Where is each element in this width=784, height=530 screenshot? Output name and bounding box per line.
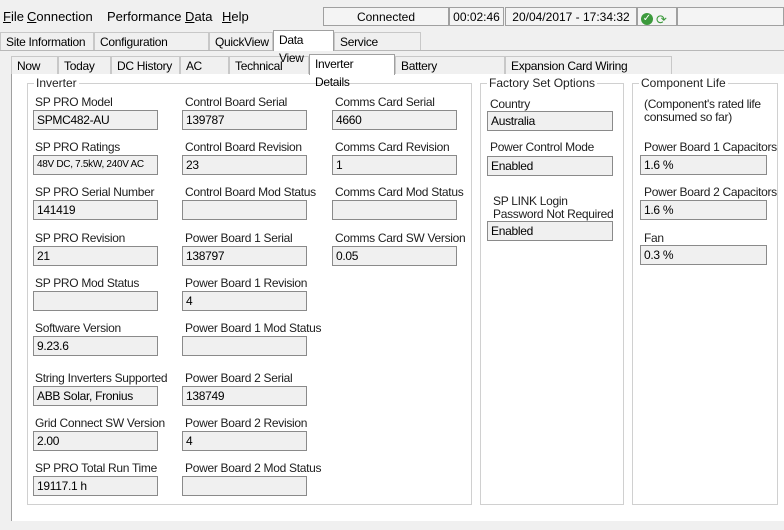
ok-check-icon: ✓	[641, 13, 653, 25]
power-board-2-mod-status-field	[182, 476, 307, 496]
tab-configuration-settings[interactable]: Configuration Settings	[94, 32, 209, 67]
menu-file[interactable]: File	[3, 9, 24, 24]
grid-connect-sw-label: Grid Connect SW Version	[35, 416, 165, 430]
power-board-2-mod-status-label: Power Board 2 Mod Status	[185, 461, 322, 475]
country-label: Country	[490, 97, 530, 111]
status-extra	[677, 7, 784, 26]
sp-pro-mod-status-label: SP PRO Mod Status	[35, 276, 140, 290]
menu-help[interactable]: Help	[222, 9, 249, 24]
comms-card-mod-status-label: Comms Card Mod Status	[335, 185, 464, 199]
sp-pro-revision-label: SP PRO Revision	[35, 231, 125, 245]
country-field: Australia	[487, 111, 613, 131]
tab-service-settings[interactable]: Service Settings	[334, 32, 421, 67]
refresh-icon[interactable]: ⟳	[656, 10, 667, 29]
sub-tab-strip: Now Today DC History AC History Technica…	[11, 54, 784, 91]
factory-set-options-title: Factory Set Options	[487, 76, 598, 90]
power-board-2-serial-label: Power Board 2 Serial	[185, 371, 293, 385]
tab-data-view[interactable]: Data View	[273, 30, 334, 65]
power-board-2-capacitors-label: Power Board 2 Capacitors	[644, 185, 777, 199]
power-board-1-mod-status-field	[182, 336, 307, 356]
power-board-1-serial-label: Power Board 1 Serial	[185, 231, 293, 245]
tab-dc-history[interactable]: DC History	[111, 56, 180, 74]
tab-today[interactable]: Today	[58, 56, 111, 74]
splink-login-label-line2: Password Not Required	[493, 207, 614, 221]
sp-pro-revision-field: 21	[33, 246, 158, 266]
total-run-time-label: SP PRO Total Run Time	[35, 461, 157, 475]
sp-pro-ratings-field: 48V DC, 7.5kW, 240V AC	[33, 155, 158, 175]
connection-status: Connected	[323, 7, 449, 26]
power-board-2-revision-field: 4	[182, 431, 307, 451]
fan-label: Fan	[644, 231, 664, 245]
menu-bar: File Connection Performance Data Help Co…	[0, 0, 784, 30]
sp-pro-model-field: SPMC482-AU	[33, 110, 158, 130]
control-board-revision-field: 23	[182, 155, 307, 175]
sp-pro-serial-field: 141419	[33, 200, 158, 220]
fan-field: 0.3 %	[640, 245, 767, 265]
splink-login-field: Enabled	[487, 221, 613, 241]
power-board-1-capacitors-field: 1.6 %	[640, 155, 767, 175]
tab-battery-management[interactable]: Battery Management	[395, 56, 505, 91]
tab-site-information[interactable]: Site Information	[0, 32, 94, 50]
component-life-title: Component Life	[639, 76, 728, 90]
menu-connection[interactable]: Connection	[27, 9, 93, 24]
sp-pro-ratings-label: SP PRO Ratings	[35, 140, 120, 154]
comms-card-revision-label: Comms Card Revision	[335, 140, 450, 154]
power-control-mode-field: Enabled	[487, 156, 613, 176]
sp-pro-mod-status-field	[33, 291, 158, 311]
total-run-time-field: 19117.1 h	[33, 476, 158, 496]
software-version-field: 9.23.6	[33, 336, 158, 356]
tab-ac-history[interactable]: AC History	[180, 56, 229, 91]
power-board-1-revision-label: Power Board 1 Revision	[185, 276, 308, 290]
sp-pro-serial-label: SP PRO Serial Number	[35, 185, 155, 199]
main-tab-strip: Site Information Configuration Settings …	[0, 30, 784, 67]
control-board-mod-status-field	[182, 200, 307, 220]
date-time: 20/04/2017 - 17:34:32	[505, 7, 637, 26]
component-life-note-line2: consumed so far)	[644, 110, 732, 124]
string-inverters-label: String Inverters Supported	[35, 371, 168, 385]
power-board-1-capacitors-label: Power Board 1 Capacitors	[644, 140, 777, 154]
power-board-1-serial-field: 138797	[182, 246, 307, 266]
status-icons: ✓ ⟳	[637, 7, 677, 29]
tab-inverter-details[interactable]: Inverter Details	[309, 54, 395, 89]
control-board-serial-field: 139787	[182, 110, 307, 130]
tab-expansion-card-wiring-diagram[interactable]: Expansion Card Wiring Diagram	[505, 56, 672, 91]
power-board-1-revision-field: 4	[182, 291, 307, 311]
power-board-1-mod-status-label: Power Board 1 Mod Status	[185, 321, 322, 335]
comms-card-sw-version-field: 0.05	[332, 246, 457, 266]
comms-card-sw-version-label: Comms Card SW Version	[335, 231, 466, 245]
component-life-note-line1: (Component's rated life	[644, 97, 761, 111]
control-board-serial-label: Control Board Serial	[185, 95, 288, 109]
string-inverters-field: ABB Solar, Fronius	[33, 386, 158, 406]
sp-pro-model-label: SP PRO Model	[35, 95, 113, 109]
comms-card-revision-field: 1	[332, 155, 457, 175]
power-board-2-revision-label: Power Board 2 Revision	[185, 416, 308, 430]
elapsed-time: 00:02:46	[449, 7, 504, 26]
control-board-revision-label: Control Board Revision	[185, 140, 302, 154]
power-board-2-capacitors-field: 1.6 %	[640, 200, 767, 220]
comms-card-serial-label: Comms Card Serial	[335, 95, 435, 109]
comms-card-serial-field: 4660	[332, 110, 457, 130]
power-board-2-serial-field: 138749	[182, 386, 307, 406]
power-control-mode-label: Power Control Mode	[490, 140, 594, 154]
tab-quickview[interactable]: QuickView	[209, 32, 273, 50]
splink-login-label-line1: SP LINK Login	[493, 194, 568, 208]
comms-card-mod-status-field	[332, 200, 457, 220]
inverter-group-title: Inverter	[34, 76, 79, 90]
menu-performance-data[interactable]: Performance Data	[107, 9, 213, 24]
software-version-label: Software Version	[35, 321, 121, 335]
grid-connect-sw-field: 2.00	[33, 431, 158, 451]
tab-now[interactable]: Now	[11, 56, 58, 74]
control-board-mod-status-label: Control Board Mod Status	[185, 185, 316, 199]
